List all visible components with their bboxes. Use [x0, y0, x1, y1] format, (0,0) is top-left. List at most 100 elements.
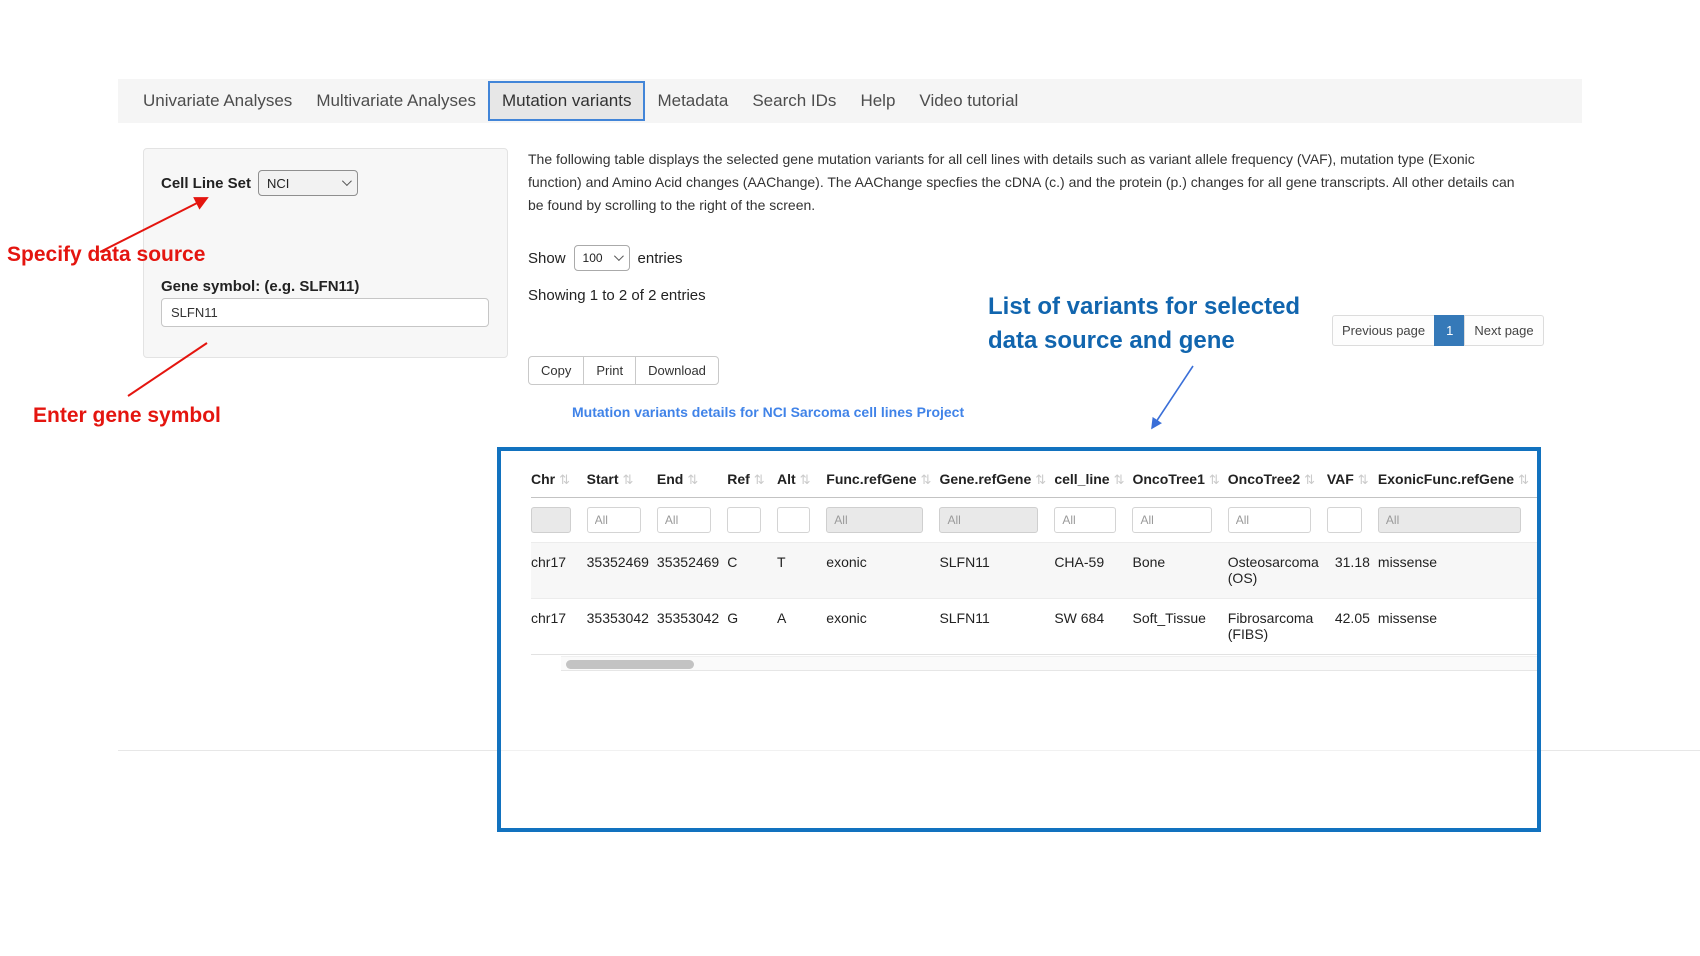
tab-video-tutorial[interactable]: Video tutorial [907, 81, 1030, 121]
column-header-end[interactable]: End ⇅ [657, 463, 727, 498]
column-filter-oncotree1[interactable] [1132, 507, 1211, 533]
sort-icon[interactable]: ⇅ [1304, 472, 1315, 487]
print-button[interactable]: Print [583, 356, 636, 385]
sort-icon[interactable]: ⇅ [623, 472, 634, 487]
column-label: Gene.refGene [939, 471, 1031, 487]
cell-func-refgene: exonic [826, 599, 939, 655]
cell-end: 35352469 [657, 543, 727, 599]
filter-cell [727, 498, 777, 543]
download-button[interactable]: Download [635, 356, 719, 385]
filter-cell [531, 498, 587, 543]
filter-cell [826, 498, 939, 543]
column-label: Start [587, 471, 619, 487]
sort-icon[interactable]: ⇅ [800, 472, 811, 487]
column-filter-alt[interactable] [777, 507, 810, 533]
cell-gene-refgene: SLFN11 [939, 543, 1054, 599]
column-filter-gene-refgene[interactable] [939, 507, 1038, 533]
cell-vaf: 42.05 [1327, 599, 1378, 655]
navbar: Univariate AnalysesMultivariate Analyses… [118, 79, 1582, 123]
cell-ref: C [727, 543, 777, 599]
column-header-vaf[interactable]: VAF⇅ [1327, 463, 1378, 498]
sort-icon[interactable]: ⇅ [1518, 472, 1529, 487]
table-row: chr173535246935352469CTexonicSLFN11CHA-5… [531, 543, 1537, 599]
column-header-alt[interactable]: Alt⇅ [777, 463, 826, 498]
column-header-cell-line[interactable]: cell_line⇅ [1054, 463, 1132, 498]
sort-icon[interactable]: ⇅ [921, 472, 932, 487]
gene-symbol-input[interactable] [161, 298, 489, 327]
filter-cell [657, 498, 727, 543]
cell-oncotree2: Fibrosarcoma (FIBS) [1228, 599, 1327, 655]
cell-cell-line: SW 684 [1054, 599, 1132, 655]
cell-oncotree1: Bone [1132, 543, 1227, 599]
current-page-button[interactable]: 1 [1434, 315, 1465, 346]
page-length-select[interactable]: 100 [574, 245, 630, 271]
cell-line-set-label: Cell Line Set [161, 175, 251, 192]
chevron-down-icon [342, 176, 352, 186]
column-filter-vaf[interactable] [1327, 507, 1362, 533]
table-header-row: Chr⇅Start⇅End⇅Ref⇅Alt⇅Func.refGene⇅Gene.… [531, 463, 1537, 498]
column-header-exonicfunc-refgene[interactable]: ExonicFunc.refGene ⇅ [1378, 463, 1537, 498]
cell-func-refgene: exonic [826, 543, 939, 599]
showing-entries-text: Showing 1 to 2 of 2 entries [528, 287, 706, 304]
column-filter-exonicfunc-refgene[interactable] [1378, 507, 1521, 533]
horizontal-scrollbar-thumb[interactable] [566, 660, 694, 669]
cell-ref: G [727, 599, 777, 655]
cell-alt: T [777, 543, 826, 599]
filter-cell [1378, 498, 1537, 543]
cell-alt: A [777, 599, 826, 655]
cell-cell-line: CHA-59 [1054, 543, 1132, 599]
column-filter-cell-line[interactable] [1054, 507, 1116, 533]
sort-icon[interactable]: ⇅ [687, 472, 698, 487]
column-filter-func-refgene[interactable] [826, 507, 923, 533]
sort-icon[interactable]: ⇅ [754, 472, 765, 487]
column-header-gene-refgene[interactable]: Gene.refGene ⇅ [939, 463, 1054, 498]
previous-page-button[interactable]: Previous page [1332, 315, 1435, 346]
next-page-button[interactable]: Next page [1464, 315, 1543, 346]
variants-table-wrapper: Chr⇅Start⇅End⇅Ref⇅Alt⇅Func.refGene⇅Gene.… [501, 451, 1537, 671]
entries-label: entries [638, 250, 683, 267]
column-header-func-refgene[interactable]: Func.refGene⇅ [826, 463, 939, 498]
cell-line-set-select[interactable]: NCI [258, 170, 358, 196]
cell-line-set-row: Cell Line Set NCI [161, 170, 358, 196]
tab-metadata[interactable]: Metadata [645, 81, 740, 121]
column-filter-chr[interactable] [531, 507, 571, 533]
column-label: Chr [531, 471, 555, 487]
sort-icon[interactable]: ⇅ [1035, 472, 1046, 487]
tab-mutation-variants[interactable]: Mutation variants [488, 81, 645, 121]
cell-exonicfunc-refgene: missense [1378, 599, 1537, 655]
column-header-chr[interactable]: Chr ⇅ [531, 463, 587, 498]
cell-gene-refgene: SLFN11 [939, 599, 1054, 655]
column-header-ref[interactable]: Ref⇅ [727, 463, 777, 498]
column-label: End [657, 471, 683, 487]
sort-icon[interactable]: ⇅ [559, 472, 570, 487]
cell-vaf: 31.18 [1327, 543, 1378, 599]
sort-icon[interactable]: ⇅ [1114, 472, 1125, 487]
copy-button[interactable]: Copy [528, 356, 584, 385]
column-filter-ref[interactable] [727, 507, 761, 533]
sort-icon[interactable]: ⇅ [1209, 472, 1220, 487]
tab-help[interactable]: Help [848, 81, 907, 121]
tab-univariate-analyses[interactable]: Univariate Analyses [131, 81, 304, 121]
filter-cell [1327, 498, 1378, 543]
column-filter-end[interactable] [657, 507, 711, 533]
tab-search-ids[interactable]: Search IDs [740, 81, 848, 121]
page-divider-inside [501, 750, 1537, 751]
horizontal-scrollbar-track[interactable] [561, 656, 1541, 671]
cell-line-set-value: NCI [267, 176, 289, 191]
column-label: ExonicFunc.refGene [1378, 471, 1514, 487]
cell-start: 35352469 [587, 543, 657, 599]
tab-multivariate-analyses[interactable]: Multivariate Analyses [304, 81, 488, 121]
column-header-oncotree1[interactable]: OncoTree1 ⇅ [1132, 463, 1227, 498]
cell-chr: chr17 [531, 543, 587, 599]
column-header-oncotree2[interactable]: OncoTree2 ⇅ [1228, 463, 1327, 498]
column-header-start[interactable]: Start ⇅ [587, 463, 657, 498]
column-filter-start[interactable] [587, 507, 641, 533]
column-filter-oncotree2[interactable] [1228, 507, 1311, 533]
navbar-tabs: Univariate AnalysesMultivariate Analyses… [131, 81, 1030, 121]
sort-icon[interactable]: ⇅ [1358, 472, 1369, 487]
cell-exonicfunc-refgene: missense [1378, 543, 1537, 599]
column-label: OncoTree2 [1228, 471, 1300, 487]
table-filter-row [531, 498, 1537, 543]
filter-cell [777, 498, 826, 543]
column-label: OncoTree1 [1132, 471, 1204, 487]
